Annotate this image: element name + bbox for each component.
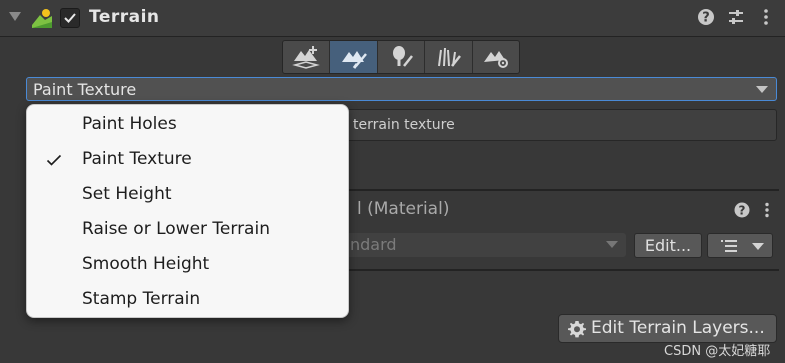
material-options-dropdown[interactable] — [707, 233, 773, 258]
list-icon — [721, 240, 737, 252]
menu-item-label: Stamp Terrain — [82, 289, 201, 309]
terrain-tool-popup-menu: Paint Holes Paint Texture Set Height Rai… — [26, 104, 349, 318]
menu-item-stamp-terrain[interactable]: Stamp Terrain — [27, 283, 348, 318]
material-section-title: l (Material) — [357, 199, 450, 219]
shader-dropdown-value: ndard — [350, 235, 397, 254]
menu-item-smooth-height[interactable]: Smooth Height — [27, 248, 348, 283]
checkmark-icon — [46, 154, 62, 166]
menu-item-raise-or-lower-terrain[interactable]: Raise or Lower Terrain — [27, 213, 348, 248]
shader-dropdown[interactable]: ndard — [340, 233, 626, 257]
paint-details-button[interactable] — [425, 41, 473, 73]
dropdown-arrow-icon — [606, 241, 618, 248]
create-neighbor-terrains-icon — [292, 46, 321, 69]
foldout-arrow-icon[interactable] — [9, 12, 21, 21]
menu-item-label: Set Height — [82, 184, 172, 204]
presets-sliders-icon[interactable] — [727, 8, 745, 26]
paint-details-icon — [438, 47, 462, 67]
watermark-text: CSDN @太妃糖耶 — [664, 344, 771, 359]
help-icon[interactable]: ? — [697, 8, 715, 26]
menu-item-paint-texture[interactable]: Paint Texture — [27, 143, 348, 178]
terrain-component-icon — [31, 7, 53, 29]
paint-terrain-icon — [341, 51, 367, 69]
svg-text:?: ? — [702, 11, 710, 26]
menu-item-label: Raise or Lower Terrain — [82, 219, 270, 239]
dropdown-arrow-icon — [756, 86, 768, 93]
menu-item-label: Paint Texture — [82, 149, 192, 169]
edit-terrain-layers-label: Edit Terrain Layers... — [591, 318, 765, 338]
svg-text:?: ? — [739, 204, 746, 218]
menu-item-set-height[interactable]: Set Height — [27, 178, 348, 213]
gear-icon — [568, 321, 586, 338]
terrain-tool-dropdown[interactable]: Paint Texture — [26, 77, 777, 101]
dropdown-arrow-icon — [752, 243, 764, 250]
terrain-tool-dropdown-value: Paint Texture — [33, 80, 137, 99]
enabled-checkbox[interactable] — [60, 8, 80, 28]
edit-terrain-layers-button[interactable]: Edit Terrain Layers... — [558, 314, 777, 343]
kebab-menu-icon[interactable] — [757, 8, 775, 26]
create-neighbor-terrains-button[interactable] — [283, 41, 331, 73]
paint-trees-button[interactable] — [378, 41, 426, 73]
menu-item-label: Paint Holes — [82, 114, 177, 134]
material-help-icon[interactable]: ? — [734, 202, 750, 222]
edit-shader-button[interactable]: Edit... — [634, 233, 702, 258]
terrain-tools-toolbar — [282, 40, 520, 74]
material-kebab-menu-icon[interactable] — [763, 202, 771, 222]
paint-terrain-button[interactable] — [330, 41, 378, 73]
component-title: Terrain — [89, 7, 160, 27]
tool-help-text: terrain texture — [353, 117, 455, 133]
menu-item-paint-holes[interactable]: Paint Holes — [27, 108, 348, 143]
terrain-settings-icon — [483, 51, 508, 68]
paint-trees-icon — [393, 46, 413, 67]
menu-item-label: Smooth Height — [82, 254, 210, 274]
terrain-settings-button[interactable] — [473, 41, 519, 73]
